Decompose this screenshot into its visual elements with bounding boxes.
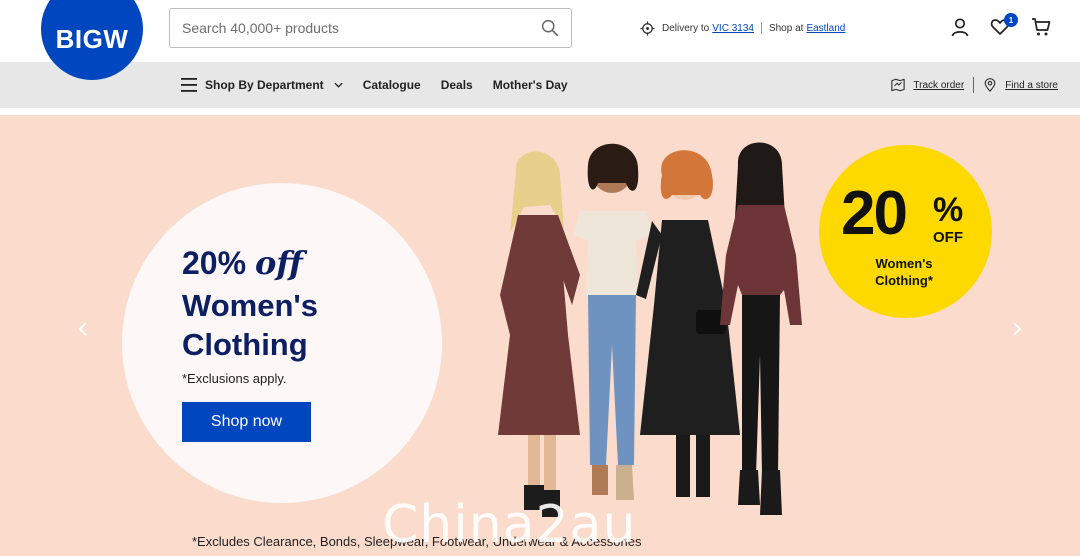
nav-catalogue[interactable]: Catalogue (363, 78, 421, 92)
cart-icon[interactable] (1031, 17, 1051, 37)
delivery-store-info: Delivery to VIC 3134 Shop at Eastland (640, 19, 845, 37)
watermark-text: Chinа2au (382, 495, 637, 555)
model-plaid-top-black-jeans (720, 142, 802, 515)
hamburger-menu-icon[interactable] (181, 78, 197, 92)
main-nav-bar: Shop By Department Catalogue Deals Mothe… (0, 62, 1080, 108)
promo-exclusions-note: *Exclusions apply. (182, 371, 287, 386)
chevron-down-icon (334, 82, 343, 88)
search-icon[interactable] (541, 19, 559, 37)
nav-shop-by-department-label: Shop By Department (205, 78, 324, 92)
delivery-label: Delivery to (662, 22, 710, 34)
site-header: BIGW Delivery to VIC 3134 Shop at Eastla… (0, 0, 1080, 80)
carousel-next-arrow-icon[interactable] (1010, 320, 1024, 338)
shop-at-label: Shop at (768, 22, 804, 34)
models-photo (498, 142, 802, 517)
location-target-icon (640, 20, 655, 36)
model-plaid-dress (498, 151, 580, 517)
hero-banner[interactable]: 20% off Women's Clothing *Exclusions app… (0, 115, 1080, 556)
badge-subtitle: Women's Clothing* (875, 256, 933, 288)
nav-links: Shop By Department Catalogue Deals Mothe… (181, 62, 588, 108)
divider (760, 22, 762, 34)
divider (973, 77, 975, 93)
track-order-link[interactable]: Track order (913, 80, 964, 91)
logo-text: BIGW (55, 23, 129, 54)
nav-mothers-day[interactable]: Mother's Day (493, 78, 568, 92)
account-icon[interactable] (950, 17, 970, 37)
carousel-prev-arrow-icon[interactable] (76, 320, 90, 338)
badge-number: 20 (841, 179, 908, 248)
search-input[interactable] (182, 9, 522, 47)
promo-discount: 20% off (182, 244, 303, 282)
promo-off: off (254, 244, 303, 282)
nav-deals[interactable]: Deals (441, 78, 473, 92)
shop-now-button[interactable]: Shop now (182, 402, 311, 442)
model-white-top-jeans (574, 143, 652, 500)
badge-off: OFF (933, 229, 963, 246)
track-order-map-icon (891, 78, 906, 92)
wishlist-count-badge: 1 (1004, 13, 1018, 27)
search-box[interactable] (169, 8, 572, 48)
nav-utility-links: Track order Find a store (891, 62, 1058, 108)
find-store-link[interactable]: Find a store (1005, 80, 1058, 91)
store-location-pin-icon (984, 78, 996, 92)
promo-percent: 20% (182, 245, 247, 281)
nav-shop-by-department[interactable]: Shop By Department (205, 78, 343, 92)
badge-percent: % (933, 191, 964, 229)
delivery-location-link[interactable]: VIC 3134 (712, 23, 754, 34)
promo-title: Women's Clothing (182, 288, 318, 362)
store-link[interactable]: Eastland (806, 23, 845, 34)
